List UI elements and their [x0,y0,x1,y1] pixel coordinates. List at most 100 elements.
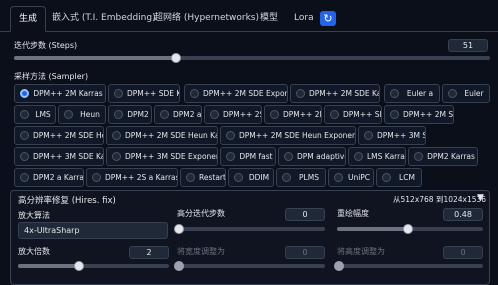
scale-input[interactable]: 2 [129,246,169,259]
sampler-option-label: LMS Karras [367,152,406,161]
radio-button-icon[interactable] [64,110,73,119]
upscaler-label: 放大算法 [18,211,50,220]
sampler-option[interactable]: DPM++ 2M [264,105,322,124]
resize-width-input[interactable]: 0 [285,246,325,259]
resize-width-slider[interactable] [174,261,325,271]
radio-button-icon[interactable] [414,152,423,161]
upscaler-select[interactable]: 4x-UltraSharp [18,222,168,239]
radio-button-icon[interactable] [364,131,373,140]
tab-hypernetworks[interactable]: 超网络 (Hypernetworks) [146,6,267,32]
sampler-option[interactable]: Heun [58,105,106,124]
steps-input[interactable]: 51 [448,39,488,52]
sampler-option[interactable]: DPM++ 2M SDE Heun Exponential [220,126,356,145]
radio-button-icon[interactable] [190,89,199,98]
hires-steps-input[interactable]: 0 [285,208,325,221]
radio-button-icon[interactable] [282,173,291,182]
sampler-option[interactable]: LCM [376,168,422,187]
sampler-option[interactable]: DPM++ SDE [324,105,382,124]
denoise-slider[interactable] [337,224,483,234]
steps-slider[interactable] [14,53,490,63]
tab-bar: 生成 嵌入式 (T.I. Embedding) 超网络 (Hypernetwor… [0,6,498,32]
hires-steps-slider[interactable] [174,224,325,234]
radio-button-icon[interactable] [20,110,29,119]
sampler-option[interactable]: DPM++ 2M SDE Heun [14,126,104,145]
radio-button-icon[interactable] [448,89,457,98]
sampler-option[interactable]: DPM++ 3M SDE Exponential [106,147,218,166]
denoise-input[interactable]: 0.48 [443,208,483,221]
sampler-option[interactable]: DPM++ 2S a Karras [86,168,178,187]
radio-button-icon[interactable] [160,110,169,119]
resize-height-slider[interactable] [334,261,483,271]
sampler-option[interactable]: Restart [180,168,226,187]
radio-button-icon[interactable] [20,131,29,140]
radio-button-icon[interactable] [112,152,121,161]
sampler-option[interactable]: DPM++ 2M Karras [14,84,106,103]
radio-button-icon[interactable] [330,110,339,119]
sampler-option[interactable]: UniPC [328,168,374,187]
radio-button-icon[interactable] [226,131,235,140]
sampler-option-label: DPM++ 2M SDE Heun Exponential [239,131,356,140]
radio-button-icon[interactable] [20,152,29,161]
sampler-option[interactable]: DPM++ SDE Karras [108,84,180,103]
scale-slider[interactable] [18,261,169,271]
sampler-option[interactable]: LMS [14,105,56,124]
sampler-option[interactable]: DPM++ 3M SDE [358,126,426,145]
steps-slider-fill [14,56,176,60]
radio-button-icon[interactable] [284,152,293,161]
sampler-option[interactable]: DPM2 Karras [408,147,478,166]
radio-button-icon[interactable] [390,89,399,98]
radio-button-icon[interactable] [382,173,391,182]
sampler-option[interactable]: DPM++ 2M SDE [384,105,454,124]
radio-button-icon[interactable] [354,152,363,161]
sampler-option[interactable]: DPM++ 2M SDE Heun Karras [106,126,218,145]
denoise-slider-thumb[interactable] [403,224,413,234]
sampler-option-label: DDIM [248,173,270,182]
sampler-option[interactable]: DPM++ 2M SDE Karras [290,84,380,103]
radio-button-icon[interactable] [226,152,235,161]
resize-height-input[interactable]: 0 [443,246,483,259]
radio-button-icon[interactable] [112,131,121,140]
radio-button-icon[interactable] [390,110,399,119]
sampler-option-label: DPM fast [239,152,273,161]
sampler-option[interactable]: DPM++ 3M SDE Karras [14,147,104,166]
sampler-option[interactable]: DPM++ 2M SDE Exponential [184,84,288,103]
tab-models[interactable]: 模型 [252,6,286,32]
radio-button-icon[interactable] [114,89,123,98]
radio-button-icon[interactable] [334,173,343,182]
sampler-option[interactable]: DPM2 a Karras [14,168,84,187]
sampler-option[interactable]: DPM adaptive [278,147,346,166]
tab-generate[interactable]: 生成 [10,6,47,32]
radio-button-icon[interactable] [20,173,29,182]
radio-button-icon[interactable] [20,89,29,98]
sampler-option[interactable]: LMS Karras [348,147,406,166]
radio-button-icon[interactable] [296,89,305,98]
steps-slider-thumb[interactable] [170,53,181,63]
hires-steps-slider-thumb[interactable] [174,224,184,234]
sampler-option[interactable]: PLMS [276,168,326,187]
collapse-triangle-icon[interactable]: ▼ [477,193,484,203]
hires-title[interactable]: 高分辨率修复 (Hires. fix) [18,194,116,206]
radio-button-icon[interactable] [234,173,243,182]
sampler-option[interactable]: Euler a [384,84,440,103]
scale-slider-thumb[interactable] [74,261,84,271]
tab-label: 嵌入式 (T.I. Embedding) [52,13,156,23]
sampler-option[interactable]: DPM fast [220,147,276,166]
tab-lora[interactable]: Lora [286,6,322,32]
sampler-option[interactable]: Euler [442,84,490,103]
sampler-option[interactable]: DDIM [228,168,274,187]
resize-width-label: 将宽度调整为 [177,247,225,256]
resize-height-slider-thumb[interactable] [334,261,344,271]
sampler-option[interactable]: DPM2 a [154,105,202,124]
radio-button-icon[interactable] [114,110,123,119]
radio-button-icon[interactable] [270,110,279,119]
refresh-button[interactable]: ↻ [320,11,336,26]
radio-button-icon[interactable] [92,173,101,182]
sampler-option[interactable]: DPM2 [108,105,152,124]
tab-label: Lora [294,13,314,23]
radio-button-icon[interactable] [186,173,195,182]
sampler-option[interactable]: DPM++ 2S a [204,105,262,124]
resize-width-slider-thumb[interactable] [174,261,184,271]
sampler-option-label: DPM adaptive [297,152,346,161]
radio-button-icon[interactable] [210,110,219,119]
tab-label: 超网络 (Hypernetworks) [154,13,260,23]
